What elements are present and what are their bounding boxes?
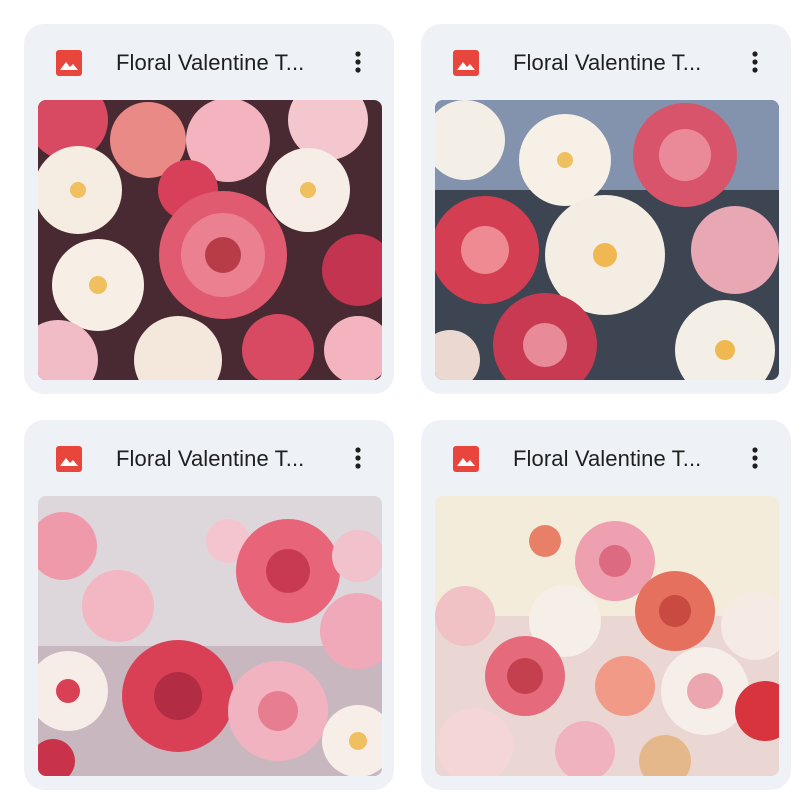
file-card[interactable]: Floral Valentine T... — [421, 24, 791, 394]
file-thumbnail[interactable] — [38, 100, 382, 380]
file-thumbnail[interactable] — [435, 496, 779, 776]
file-title: Floral Valentine T... — [513, 446, 702, 471]
image-icon — [453, 446, 479, 472]
file-thumbnail[interactable] — [435, 100, 779, 380]
image-icon — [453, 50, 479, 76]
file-card[interactable]: Floral Valentine T... — [24, 420, 394, 790]
file-card-header: Floral Valentine T... — [421, 420, 791, 496]
file-card[interactable]: Floral Valentine T... — [24, 24, 394, 394]
file-title: Floral Valentine T... — [116, 446, 305, 471]
more-vert-icon[interactable] — [342, 442, 374, 474]
file-card[interactable]: Floral Valentine T... — [421, 420, 791, 790]
file-title: Floral Valentine T... — [513, 50, 702, 75]
file-card-header: Floral Valentine T... — [24, 24, 394, 100]
file-title: Floral Valentine T... — [116, 50, 305, 75]
file-thumbnail[interactable] — [38, 496, 382, 776]
file-card-header: Floral Valentine T... — [24, 420, 394, 496]
more-vert-icon[interactable] — [739, 442, 771, 474]
file-card-header: Floral Valentine T... — [421, 24, 791, 100]
image-icon — [56, 50, 82, 76]
more-vert-icon[interactable] — [739, 46, 771, 78]
file-grid: Floral Valentine T... Floral Valentine T… — [0, 0, 800, 804]
image-icon — [56, 446, 82, 472]
more-vert-icon[interactable] — [342, 46, 374, 78]
